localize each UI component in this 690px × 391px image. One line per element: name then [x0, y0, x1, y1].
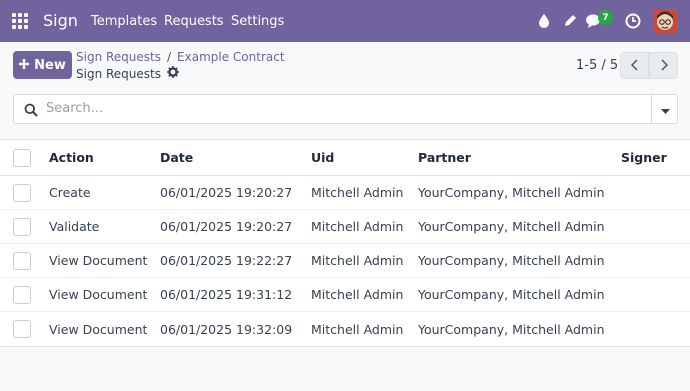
cell-uid: Mitchell Admin — [311, 253, 404, 268]
cell-uid: Mitchell Admin — [311, 185, 404, 200]
row-select-cell — [13, 210, 31, 243]
cell-uid: Mitchell Admin — [311, 287, 404, 302]
table-row[interactable]: Validate 06/01/2025 19:20:27 Mitchell Ad… — [0, 210, 690, 244]
column-header-signer[interactable]: Signer — [621, 140, 667, 175]
avatar[interactable] — [653, 9, 677, 33]
cell-partner: YourCompany, Mitchell Admin — [418, 253, 605, 268]
search-input[interactable] — [46, 101, 646, 116]
cell-date: 06/01/2025 19:22:27 — [160, 253, 293, 268]
cell-partner: YourCompany, Mitchell Admin — [418, 219, 605, 234]
search-options-toggle[interactable] — [651, 94, 678, 124]
cell-action: Validate — [49, 219, 100, 234]
row-checkbox[interactable] — [13, 183, 31, 202]
row-checkbox[interactable] — [13, 320, 31, 338]
drop-icon[interactable] — [535, 12, 553, 30]
row-checkbox[interactable] — [13, 217, 31, 236]
row-select-cell — [13, 244, 31, 277]
cell-partner: YourCompany, Mitchell Admin — [418, 287, 605, 302]
pager-value[interactable]: 1-5 / 5 — [576, 58, 618, 73]
breadcrumb-sign-requests[interactable]: Sign Requests — [76, 50, 161, 64]
column-header-date[interactable]: Date — [160, 140, 193, 175]
menu-settings[interactable]: Settings — [231, 14, 284, 29]
cell-date: 06/01/2025 19:20:27 — [160, 219, 293, 234]
plus-icon — [19, 58, 30, 73]
breadcrumb-example-contract[interactable]: Example Contract — [177, 50, 285, 64]
pencil-icon[interactable] — [561, 12, 579, 30]
column-header-action[interactable]: Action — [49, 140, 94, 175]
cell-uid: Mitchell Admin — [311, 321, 404, 337]
pager-previous-button[interactable] — [620, 52, 649, 79]
chevron-right-icon — [660, 56, 668, 75]
cell-date: 06/01/2025 19:32:09 — [160, 321, 293, 337]
cell-date: 06/01/2025 19:20:27 — [160, 185, 293, 200]
search-bar — [13, 94, 678, 124]
cell-action: View Document — [49, 253, 148, 268]
table-row[interactable]: View Document 06/01/2025 19:32:09 Mitche… — [0, 312, 690, 346]
chat-count-badge: 7 — [598, 10, 613, 25]
row-checkbox[interactable] — [13, 285, 31, 304]
breadcrumb: Sign Requests / Example Contract — [76, 50, 285, 64]
column-header-partner[interactable]: Partner — [418, 140, 471, 175]
apps-grid-icon[interactable] — [12, 13, 28, 29]
caret-down-icon — [660, 100, 670, 119]
select-all-checkbox[interactable] — [13, 148, 31, 167]
new-button-label: New — [34, 57, 66, 73]
column-header-uid[interactable]: Uid — [311, 140, 334, 175]
cell-action: View Document — [49, 287, 148, 302]
cell-uid: Mitchell Admin — [311, 219, 404, 234]
sign-log-table: Action Date Uid Partner Signer Create 06… — [0, 139, 690, 347]
cell-action: Create — [49, 185, 91, 200]
gear-icon[interactable] — [166, 66, 179, 81]
cell-action: View Document — [49, 321, 148, 337]
cell-partner: YourCompany, Mitchell Admin — [418, 185, 605, 200]
table-row[interactable]: View Document 06/01/2025 19:22:27 Mitche… — [0, 244, 690, 278]
chevron-left-icon — [630, 56, 639, 75]
row-select-cell — [13, 176, 31, 209]
cell-partner: YourCompany, Mitchell Admin — [418, 321, 605, 337]
page-title-label: Sign Requests — [76, 66, 161, 81]
new-button[interactable]: New — [13, 51, 72, 79]
top-navbar: Sign Templates Requests Settings 7 — [0, 0, 690, 42]
select-all-cell — [13, 140, 31, 175]
row-checkbox[interactable] — [13, 251, 31, 270]
row-select-cell — [13, 312, 31, 346]
page-title: Sign Requests — [76, 66, 179, 81]
app-brand[interactable]: Sign — [43, 11, 78, 30]
row-select-cell — [13, 278, 31, 311]
table-row[interactable]: View Document 06/01/2025 19:31:12 Mitche… — [0, 278, 690, 312]
clock-icon[interactable] — [624, 12, 642, 30]
cell-date: 06/01/2025 19:31:12 — [160, 287, 293, 302]
table-row[interactable]: Create 06/01/2025 19:20:27 Mitchell Admi… — [0, 176, 690, 210]
table-header-row: Action Date Uid Partner Signer — [0, 140, 690, 176]
menu-requests[interactable]: Requests — [164, 14, 224, 29]
menu-templates[interactable]: Templates — [91, 14, 157, 29]
pager-next-button[interactable] — [649, 52, 678, 79]
breadcrumb-separator: / — [166, 50, 172, 64]
search-icon — [24, 102, 38, 121]
